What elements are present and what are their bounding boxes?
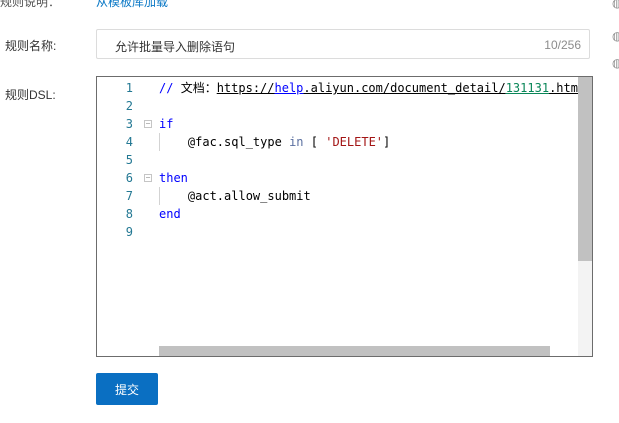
dsl-code-editor[interactable]: 1 2 3 4 5 6 7 8 9 − − // 文档：https://help… [96,76,593,357]
code-line-4: @fac.sql_type in [ 'DELETE'] [159,133,390,151]
line-number: 2 [125,99,133,113]
url-path[interactable]: .aliyun.com/document_detail/ [303,81,505,95]
code-line-3: if [159,115,173,133]
line-number: 8 [125,207,133,221]
line-number: 7 [125,189,133,203]
url-number[interactable]: 131131 [506,81,549,95]
horizontal-scrollbar-thumb[interactable] [159,346,550,356]
load-from-template-link[interactable]: 从模板库加载 [96,0,168,10]
rule-description-label: 规则说明： [0,0,61,9]
rule-name-value: 允许批量导入删除语句 [115,40,236,54]
info-icon[interactable]: ◍ [612,0,619,9]
url-host[interactable]: help [275,81,304,95]
keyword-then: then [159,171,188,185]
comment-text: 文档： [180,81,217,95]
bracket-open: [ [310,135,318,149]
code-line-6: then [159,169,188,187]
line-number: 6 [125,171,133,185]
line-number: 3 [125,117,133,131]
variable: @fac.sql_type [187,135,282,149]
code-line-7: @act.allow_submit [159,187,311,205]
line-number: 9 [125,225,133,239]
rule-name-input[interactable]: 允许批量导入删除语句 10/256 [96,29,590,59]
line-number: 1 [125,81,133,95]
keyword-if: if [159,117,174,131]
fold-minus-icon[interactable]: − [144,120,152,128]
code-line-8: end [159,205,181,223]
vertical-scrollbar[interactable] [578,77,592,356]
submit-button[interactable]: 提交 [96,373,158,405]
comment-prefix: // [159,81,181,95]
url-scheme[interactable]: https:// [217,81,275,95]
string-literal: 'DELETE' [325,135,384,149]
vertical-scrollbar-thumb[interactable] [578,77,592,261]
rule-name-label: 规则名称: [5,39,57,53]
code-line-1: // 文档：https://help.aliyun.com/document_d… [159,79,585,97]
keyword-end: end [159,207,181,221]
line-number: 5 [125,153,133,167]
info-icon[interactable]: ◍ [612,30,619,42]
operator-in: in [289,135,304,149]
character-counter: 10/256 [544,38,581,52]
action-call: @act.allow_submit [187,189,311,203]
bracket-close: ] [383,135,391,149]
editor-gutter: 1 2 3 4 5 6 7 8 9 − − [97,77,159,356]
fold-minus-icon[interactable]: − [144,174,152,182]
line-number: 4 [125,135,133,149]
info-icon[interactable]: ◍ [612,57,619,69]
rule-dsl-label: 规则DSL: [5,88,56,102]
